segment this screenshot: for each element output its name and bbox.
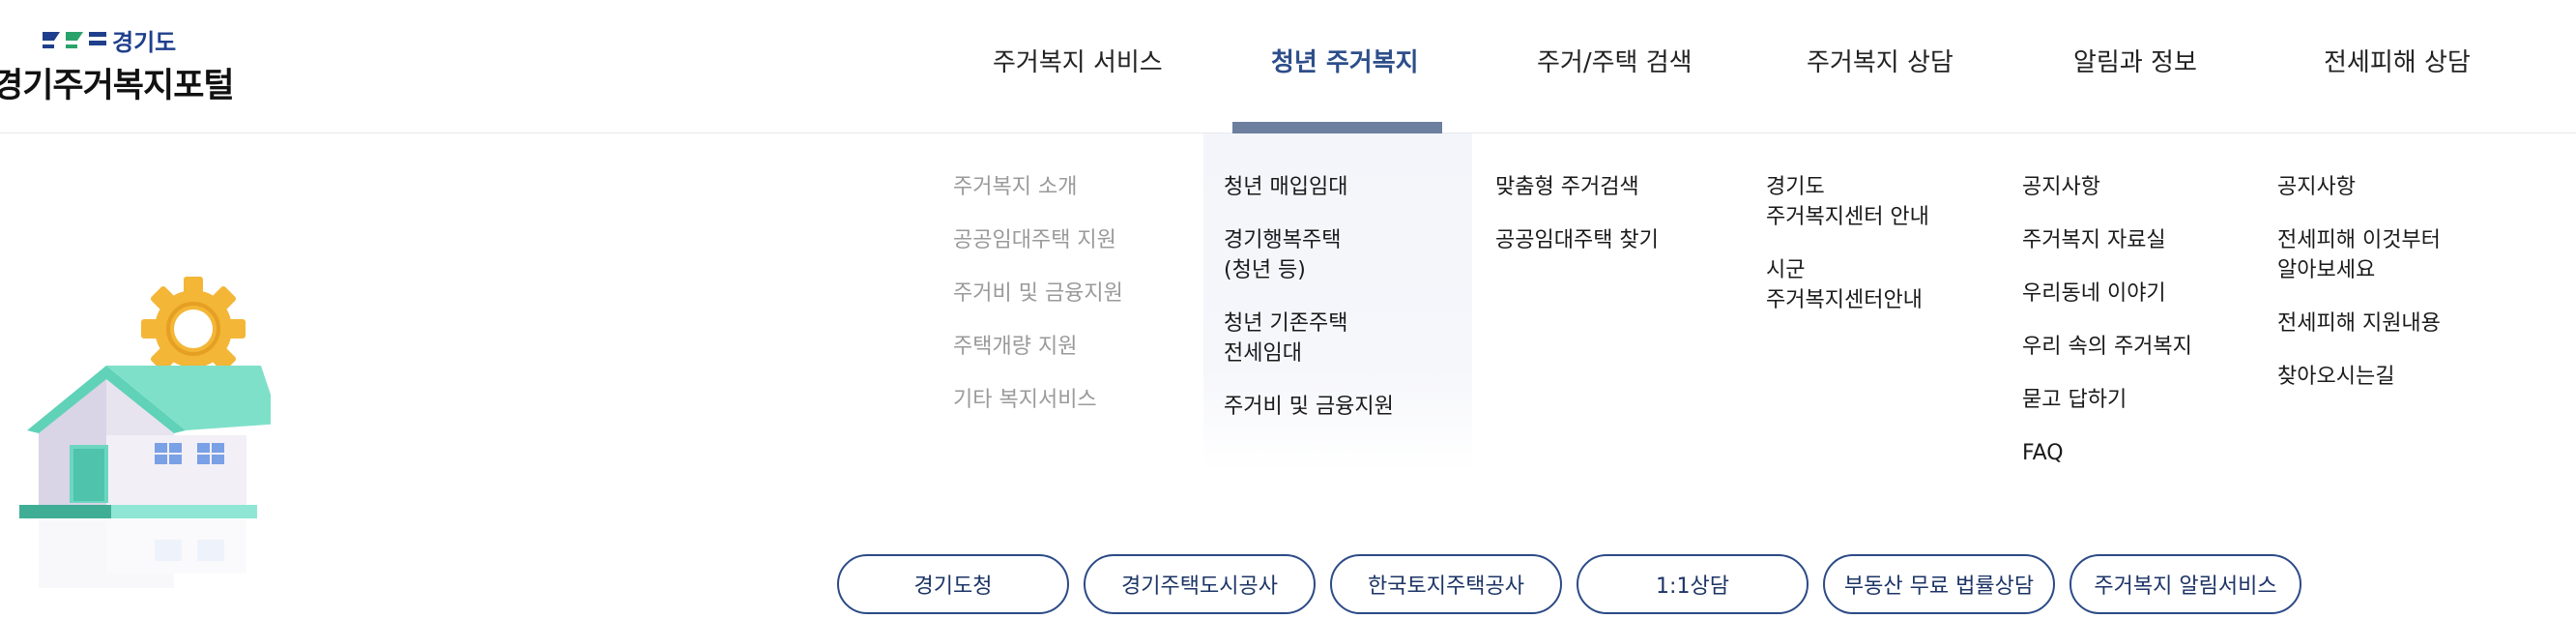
submenu-item-jeonse-notice[interactable]: 공지사항 — [2277, 172, 2441, 202]
gnb-jeonse-damage-consulting[interactable]: 전세피해 상담 — [2324, 43, 2471, 78]
submenu-item-financial-support[interactable]: 주거비 및 금융지원 — [953, 279, 1123, 309]
submenu-item-happy-housing[interactable]: 경기행복주택 (청년 등) — [1224, 225, 1394, 285]
active-menu-indicator — [1232, 122, 1442, 133]
submenu-housing-welfare-service: 주거복지 소개 공공임대주택 지원 주거비 및 금융지원 주택개량 지원 기타 … — [953, 172, 1123, 415]
gnb-notice-info[interactable]: 알림과 정보 — [2073, 43, 2197, 78]
quick-link-lh[interactable]: 한국토지주택공사 — [1330, 554, 1562, 614]
gyeonggi-logo-icon — [43, 32, 106, 48]
submenu-jeonse-damage: 공지사항 전세피해 이것부터 알아보세요 전세피해 지원내용 찾아오시는길 — [2277, 172, 2441, 392]
submenu-item-youth-purchase-rental[interactable]: 청년 매입임대 — [1224, 172, 1394, 202]
submenu-item-city-center[interactable]: 시군 주거복지센터안내 — [1766, 255, 1929, 315]
submenu-youth-housing: 청년 매입임대 경기행복주택 (청년 등) 청년 기존주택 전세임대 주거비 및… — [1224, 172, 1394, 422]
quick-link-alert-service[interactable]: 주거복지 알림서비스 — [2069, 554, 2301, 614]
house-icon — [19, 366, 271, 518]
quick-link-consulting[interactable]: 1:1상담 — [1577, 554, 1809, 614]
site-title: 경기주거복지포털 — [0, 67, 235, 105]
submenu-item-archive[interactable]: 주거복지 자료실 — [2022, 225, 2192, 255]
site-header: 경기도 경기주거복지포털 주거복지 서비스 청년 주거복지 주거/주택 검색 주… — [0, 0, 2576, 133]
submenu-item-jeonse-guide[interactable]: 전세피해 이것부터 알아보세요 — [2277, 225, 2441, 285]
submenu-item-youth-financial[interactable]: 주거비 및 금융지원 — [1224, 392, 1394, 422]
submenu-notice-info: 공지사항 주거복지 자료실 우리동네 이야기 우리 속의 주거복지 묻고 답하기… — [2022, 172, 2192, 468]
submenu-housing-search: 맞춤형 주거검색 공공임대주택 찾기 — [1495, 172, 1659, 255]
submenu-item-notice[interactable]: 공지사항 — [2022, 172, 2192, 202]
submenu-item-custom-search[interactable]: 맞춤형 주거검색 — [1495, 172, 1659, 202]
submenu-item-welfare-among-us[interactable]: 우리 속의 주거복지 — [2022, 332, 2192, 362]
submenu-item-directions[interactable]: 찾아오시는길 — [2277, 362, 2441, 392]
submenu-item-jeonse-support[interactable]: 전세피해 지원내용 — [2277, 309, 2441, 339]
submenu-item-qna[interactable]: 묻고 답하기 — [2022, 385, 2192, 415]
submenu-item-home-improvement[interactable]: 주택개량 지원 — [953, 332, 1123, 362]
gnb-youth-housing-welfare[interactable]: 청년 주거복지 — [1271, 43, 1419, 78]
submenu-item-neighborhood-story[interactable]: 우리동네 이야기 — [2022, 279, 2192, 309]
gnb-housing-search[interactable]: 주거/주택 검색 — [1537, 43, 1693, 78]
submenu-item-intro[interactable]: 주거복지 소개 — [953, 172, 1123, 202]
quick-link-gyeonggi-province[interactable]: 경기도청 — [837, 554, 1069, 614]
gnb-housing-consulting[interactable]: 주거복지 상담 — [1807, 43, 1954, 78]
gear-icon — [141, 277, 246, 381]
submenu-housing-consulting: 경기도 주거복지센터 안내 시군 주거복지센터안내 — [1766, 172, 1929, 315]
submenu-item-gyeonggi-center[interactable]: 경기도 주거복지센터 안내 — [1766, 172, 1929, 232]
submenu-item-other-welfare[interactable]: 기타 복지서비스 — [953, 385, 1123, 415]
submenu-item-public-rental[interactable]: 공공임대주택 지원 — [953, 225, 1123, 255]
submenu-item-youth-jeonse-rental[interactable]: 청년 기존주택 전세임대 — [1224, 309, 1394, 368]
gnb-housing-welfare-service[interactable]: 주거복지 서비스 — [993, 43, 1163, 78]
house-gear-illustration — [19, 277, 271, 588]
submenu-item-faq[interactable]: FAQ — [2022, 438, 2192, 468]
quick-link-gh[interactable]: 경기주택도시공사 — [1084, 554, 1316, 614]
logo-org-text: 경기도 — [112, 29, 177, 56]
submenu-item-find-public-rental[interactable]: 공공임대주택 찾기 — [1495, 225, 1659, 255]
quick-link-legal-consulting[interactable]: 부동산 무료 법률상담 — [1823, 554, 2055, 614]
